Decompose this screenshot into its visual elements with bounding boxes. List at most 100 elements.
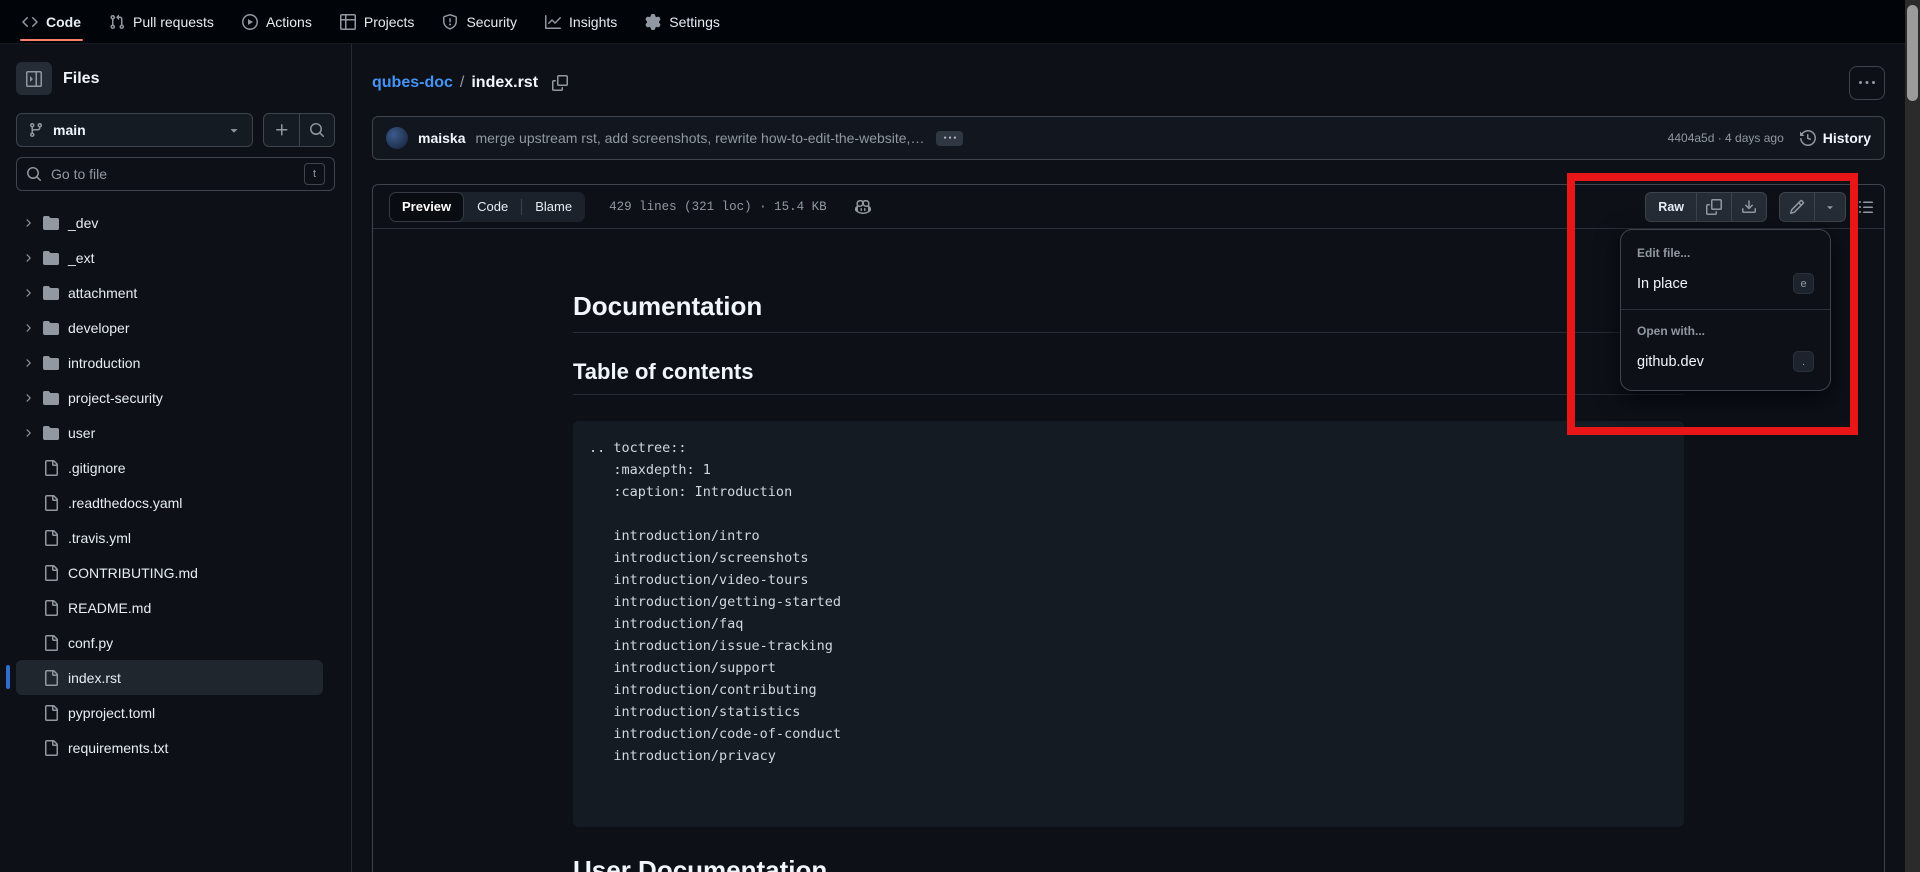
chevron-right-icon <box>22 392 34 404</box>
branch-selector[interactable]: main <box>16 113 253 147</box>
commit-hash-and-time[interactable]: 4404a5d · 4 days ago <box>1668 131 1784 145</box>
download-icon <box>1741 199 1757 215</box>
history-button[interactable]: History <box>1800 130 1871 146</box>
page-options-button[interactable] <box>1849 66 1885 100</box>
commit-details-button[interactable] <box>936 131 963 146</box>
tree-file-.gitignore[interactable]: .gitignore <box>16 450 323 485</box>
tree-folder-introduction[interactable]: introduction <box>16 345 323 380</box>
file-icon <box>43 495 59 511</box>
pull-request-icon <box>109 14 125 30</box>
nav-item-settings[interactable]: Settings <box>633 0 732 43</box>
tree-file-requirements.txt[interactable]: requirements.txt <box>16 730 323 765</box>
add-file-button[interactable] <box>264 114 299 146</box>
tree-item-label: .readthedocs.yaml <box>68 495 182 511</box>
chevron-right-icon <box>22 217 34 229</box>
edit-file-button[interactable] <box>1780 193 1814 221</box>
nav-item-label: Actions <box>266 14 312 30</box>
files-sidebar: Files main Go to file t _dev _extattachme… <box>0 44 352 872</box>
tree-folder-project-security[interactable]: project-security <box>16 380 323 415</box>
file-actions: Raw <box>1645 192 1874 222</box>
breadcrumb-separator: / <box>460 74 464 92</box>
tree-folder-developer[interactable]: developer <box>16 310 323 345</box>
menu-item-label: In place <box>1637 276 1688 292</box>
tree-file-.readthedocs.yaml[interactable]: .readthedocs.yaml <box>16 485 323 520</box>
copy-raw-button[interactable] <box>1696 193 1731 221</box>
edit-dropdown-button[interactable] <box>1814 193 1845 221</box>
breadcrumb-row: qubes-doc / index.rst <box>372 66 1885 100</box>
tree-item-label: _dev <box>68 215 98 231</box>
edit-button-group <box>1779 192 1846 222</box>
go-to-file-shortcut: t <box>304 163 325 185</box>
scrollbar-thumb[interactable] <box>1907 5 1918 101</box>
main-content: qubes-doc / index.rst maiska merge upstr… <box>352 44 1905 872</box>
tree-folder-attachment[interactable]: attachment <box>16 275 323 310</box>
chevron-right-icon <box>22 357 34 369</box>
tree-file-.travis.yml[interactable]: .travis.yml <box>16 520 323 555</box>
tree-file-index.rst[interactable]: index.rst <box>16 660 323 695</box>
file-icon <box>43 705 59 721</box>
tab-preview[interactable]: Preview <box>389 192 464 222</box>
nav-item-pull-requests[interactable]: Pull requests <box>97 0 226 43</box>
commit-author[interactable]: maiska <box>418 130 465 146</box>
file-icon <box>43 460 59 476</box>
gear-icon <box>645 14 661 30</box>
file-icon <box>43 530 59 546</box>
nav-item-insights[interactable]: Insights <box>533 0 629 43</box>
breadcrumb-repo-link[interactable]: qubes-doc <box>372 74 453 92</box>
menu-item-github-dev[interactable]: github.dev . <box>1621 343 1830 380</box>
shortcut-e: e <box>1793 273 1814 294</box>
raw-button-group: Raw <box>1645 192 1767 222</box>
avatar[interactable] <box>386 127 408 149</box>
history-label: History <box>1823 130 1871 146</box>
chevron-right-icon <box>22 252 34 264</box>
tree-item-label: project-security <box>68 390 163 406</box>
tree-item-label: README.md <box>68 600 151 616</box>
tree-folder-_dev[interactable]: _dev <box>16 205 323 240</box>
nav-item-code[interactable]: Code <box>10 0 93 43</box>
symbols-panel-button[interactable] <box>1858 199 1874 215</box>
file-icon <box>43 565 59 581</box>
doc-heading-documentation: Documentation <box>573 291 1684 333</box>
nav-item-actions[interactable]: Actions <box>230 0 324 43</box>
nav-item-security[interactable]: Security <box>430 0 529 43</box>
tree-actions-group <box>263 113 335 147</box>
nav-item-label: Pull requests <box>133 14 214 30</box>
file-icon <box>43 600 59 616</box>
copy-icon <box>552 75 568 91</box>
files-panel-title: Files <box>63 70 99 88</box>
open-with-section-header: Open with... <box>1621 317 1830 343</box>
chevron-right-icon <box>22 427 34 439</box>
nav-item-label: Settings <box>669 14 720 30</box>
tab-blame[interactable]: Blame <box>522 192 585 222</box>
nav-item-label: Security <box>466 14 517 30</box>
raw-button[interactable]: Raw <box>1646 193 1696 221</box>
tree-file-README.md[interactable]: README.md <box>16 590 323 625</box>
tree-folder-_ext[interactable]: _ext <box>16 240 323 275</box>
copilot-icon-button[interactable] <box>855 199 871 215</box>
tree-file-conf.py[interactable]: conf.py <box>16 625 323 660</box>
tree-file-pyproject.toml[interactable]: pyproject.toml <box>16 695 323 730</box>
breadcrumb-file-name: index.rst <box>471 74 538 92</box>
file-icon <box>43 670 59 686</box>
page-scrollbar[interactable] <box>1905 0 1920 872</box>
copy-path-button[interactable] <box>552 75 568 91</box>
tab-code[interactable]: Code <box>464 192 521 222</box>
menu-item-in-place[interactable]: In place e <box>1621 265 1830 302</box>
branch-icon <box>28 122 44 138</box>
commit-message[interactable]: merge upstream rst, add screenshots, rew… <box>475 130 924 146</box>
list-icon <box>1858 199 1874 215</box>
go-to-file-input[interactable]: Go to file t <box>16 157 335 191</box>
tree-folder-user[interactable]: user <box>16 415 323 450</box>
tree-file-CONTRIBUTING.md[interactable]: CONTRIBUTING.md <box>16 555 323 590</box>
collapse-file-tree-button[interactable] <box>16 62 52 95</box>
caret-down-icon <box>227 123 241 137</box>
tree-item-label: CONTRIBUTING.md <box>68 565 198 581</box>
pencil-icon <box>1789 199 1805 215</box>
tree-item-label: developer <box>68 320 130 336</box>
search-this-repo-button[interactable] <box>299 114 334 146</box>
download-button[interactable] <box>1731 193 1766 221</box>
folder-icon <box>43 355 59 371</box>
nav-item-projects[interactable]: Projects <box>328 0 427 43</box>
sidebar-controls: main <box>16 113 335 147</box>
folder-icon <box>43 285 59 301</box>
